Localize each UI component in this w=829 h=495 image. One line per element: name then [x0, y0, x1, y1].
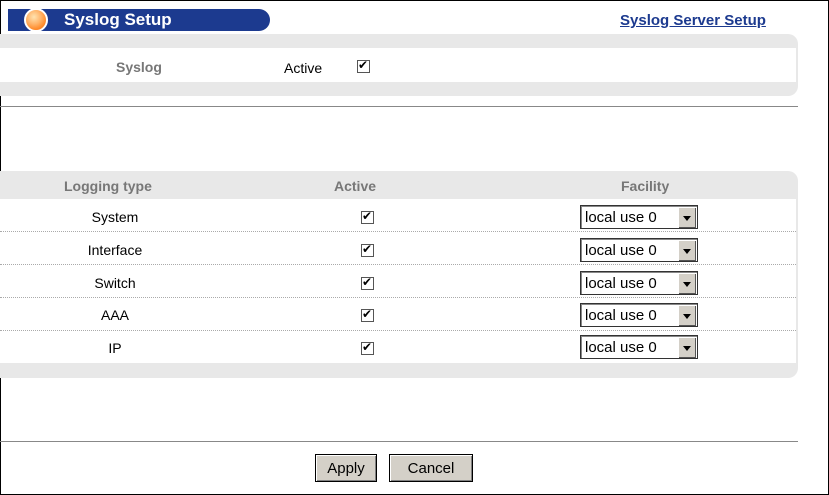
divider — [0, 106, 798, 107]
page-title: Syslog Setup — [64, 10, 172, 29]
row-active-checkbox-system[interactable] — [361, 209, 374, 224]
chevron-down-icon — [678, 240, 696, 261]
header-logging-type: Logging type — [64, 178, 152, 194]
title-bar: Syslog Setup — [8, 8, 270, 32]
row-active-checkbox-switch[interactable] — [361, 275, 374, 290]
syslog-label: Syslog — [116, 59, 162, 75]
facility-select-switch[interactable]: local use 0 — [580, 271, 698, 295]
row-separator — [0, 330, 796, 331]
row-active-checkbox-aaa[interactable] — [361, 307, 374, 322]
chevron-down-icon — [678, 337, 696, 358]
row-separator — [0, 264, 796, 265]
syslog-active-checkbox[interactable] — [357, 58, 370, 73]
row-logging-type-interface: Interface — [87, 242, 143, 258]
chevron-down-icon — [678, 305, 696, 326]
orange-bullet-icon — [24, 8, 48, 32]
divider — [0, 441, 798, 442]
row-active-checkbox-interface[interactable] — [361, 242, 374, 257]
row-active-checkbox-ip[interactable] — [361, 340, 374, 355]
row-separator — [0, 297, 796, 298]
header-active: Active — [334, 178, 377, 194]
facility-select-aaa[interactable]: local use 0 — [580, 303, 698, 327]
facility-select-ip[interactable]: local use 0 — [580, 335, 698, 359]
syslog-active-label: Active — [284, 60, 323, 76]
row-logging-type-system: System — [91, 209, 139, 225]
row-logging-type-aaa: AAA — [100, 307, 129, 323]
facility-select-interface[interactable]: local use 0 — [580, 238, 698, 262]
facility-select-system[interactable]: local use 0 — [580, 205, 698, 229]
syslog-server-setup-link[interactable]: Syslog Server Setup — [620, 12, 766, 29]
row-separator — [0, 231, 796, 232]
apply-button[interactable]: Apply — [315, 454, 377, 482]
chevron-down-icon — [678, 273, 696, 294]
row-logging-type-ip: IP — [108, 340, 122, 356]
row-logging-type-switch: Switch — [94, 275, 136, 291]
header-facility: Facility — [621, 178, 670, 194]
chevron-down-icon — [678, 207, 696, 228]
cancel-button[interactable]: Cancel — [389, 454, 473, 482]
